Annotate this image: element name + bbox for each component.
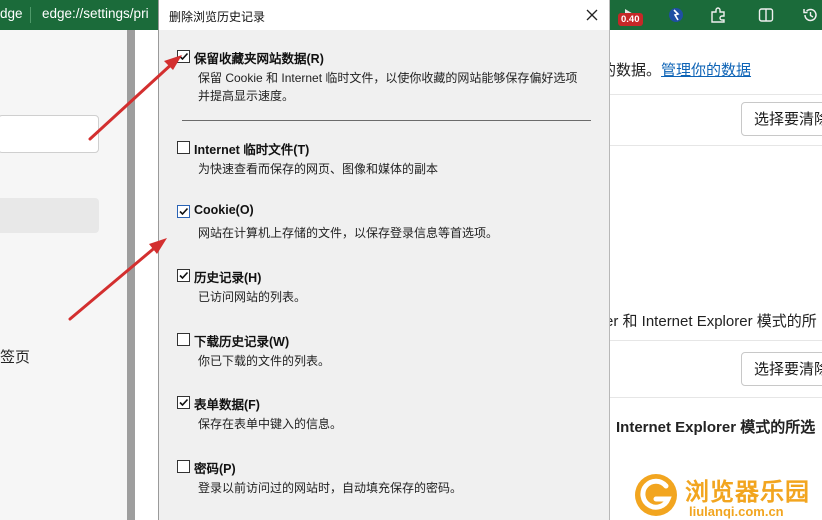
sidebar-item-tabs-label[interactable]: 签页 (0, 346, 30, 367)
checkbox-history[interactable] (177, 269, 190, 282)
choose-what-to-clear-button[interactable]: 选择要清除 (741, 102, 822, 136)
ie-mode-description: er 和 Internet Explorer 模式的所 (605, 313, 817, 330)
divider (605, 340, 822, 341)
option-label: 密码(P) (194, 462, 236, 476)
option-description: 网站在计算机上存储的文件，以保存登录信息等首选项。 (198, 226, 499, 240)
manage-data-link[interactable]: 管理你的数据 (661, 62, 751, 79)
checkmark-icon (179, 52, 189, 61)
settings-search-input[interactable] (0, 115, 99, 153)
dialog-divider (182, 120, 591, 121)
divider (605, 94, 822, 95)
toolbar-divider (30, 7, 31, 23)
address-bar-url[interactable]: edge://settings/pri (42, 6, 149, 21)
close-icon[interactable] (579, 2, 605, 28)
checkbox-form-data[interactable] (177, 396, 190, 409)
data-description-text: 的数据。 (601, 62, 662, 79)
extension-badge: 0.40 (618, 13, 643, 26)
watermark: 浏览器乐园 liulanqi.com.cn (633, 470, 822, 520)
option-description: 为快速查看而保存的网页、图像和媒体的副本 (198, 162, 439, 176)
choose-what-to-clear-ie-button[interactable]: 选择要清除 (741, 352, 822, 386)
settings-sidebar (0, 30, 127, 520)
option-description: 保留 Cookie 和 Internet 临时文件，以使你收藏的网站能够保存偏好… (198, 71, 578, 103)
data-description: 的数据。管理你的数据 (601, 59, 751, 80)
checkbox-temp-files[interactable] (177, 141, 190, 154)
watermark-subtitle: liulanqi.com.cn (689, 504, 784, 519)
dialog-title: 删除浏览历史记录 (169, 10, 266, 24)
option-label: 保留收藏夹网站数据(R) (194, 52, 324, 66)
history-icon[interactable] (797, 2, 822, 28)
option-label: 历史记录(H) (194, 271, 262, 285)
option-label: 下载历史记录(W) (194, 335, 290, 349)
option-label: Cookie(O) (194, 203, 254, 217)
checkbox-download-history[interactable] (177, 333, 190, 346)
tab-title[interactable]: dge (0, 6, 23, 21)
divider (605, 397, 822, 398)
extensions-icon[interactable] (705, 2, 731, 28)
sync-icon[interactable] (663, 2, 689, 28)
option-description: 已访问网站的列表。 (198, 290, 307, 304)
checkmark-icon (179, 398, 189, 407)
checkbox-passwords[interactable] (177, 460, 190, 473)
dialog-title-bar: 删除浏览历史记录 (159, 0, 609, 30)
sidebar-item-selected[interactable] (0, 198, 99, 233)
option-description: 保存在表单中键入的信息。 (198, 417, 343, 431)
checkmark-icon (179, 207, 189, 216)
checkmark-icon (179, 271, 189, 280)
divider (605, 145, 822, 146)
option-description: 登录以前访问过的网站时，自动填充保存的密码。 (198, 481, 463, 495)
split-screen-icon[interactable] (753, 2, 779, 28)
checkbox-cookie[interactable] (177, 205, 190, 218)
page-scrollbar[interactable] (127, 30, 135, 520)
checkbox-preserve-favorites[interactable] (177, 50, 190, 63)
option-label: Internet 临时文件(T) (194, 143, 310, 157)
option-label: 表单数据(F) (194, 398, 260, 412)
delete-browsing-history-dialog: 删除浏览历史记录 保留收藏夹网站数据(R) 保留 Cookie 和 Intern… (158, 0, 610, 520)
watermark-title: 浏览器乐园 (685, 479, 810, 506)
ie-mode-heading: Internet Explorer 模式的所选 (606, 416, 815, 437)
watermark-logo-icon (635, 474, 677, 516)
ie-mode-heading-text: Internet Explorer 模式的所选 (616, 419, 816, 436)
option-description: 你已下载的文件的列表。 (198, 354, 331, 368)
